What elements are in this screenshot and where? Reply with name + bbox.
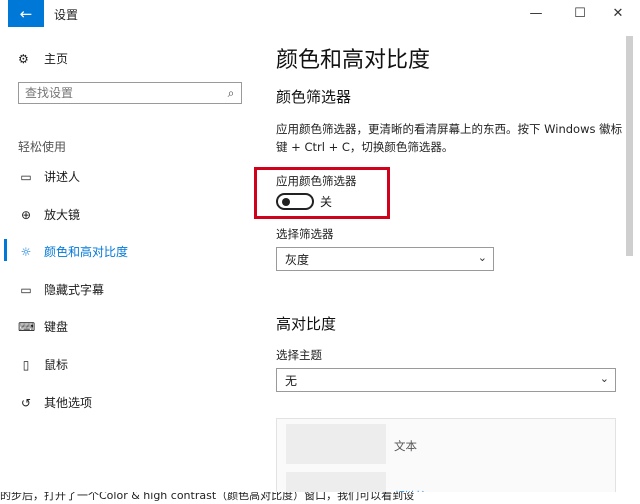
sidebar-item-mouse[interactable]: ▯ 鼠标 <box>18 356 68 373</box>
filter-select-value: 灰度 <box>285 252 310 267</box>
sidebar-item-label: 讲述人 <box>44 170 81 184</box>
sidebar-home-label: 主页 <box>44 52 69 66</box>
scrollbar[interactable] <box>626 36 633 256</box>
sidebar-item-magnifier[interactable]: ⊕ 放大镜 <box>18 206 80 223</box>
sidebar-item-keyboard[interactable]: ⌨ 键盘 <box>18 318 68 335</box>
preview-swatch <box>286 424 386 464</box>
maximize-button[interactable]: ☐ <box>566 3 594 23</box>
gear-icon: ⚙ <box>18 51 29 66</box>
sidebar-item-label: 键盘 <box>44 320 69 334</box>
window-title: 设置 <box>54 8 79 22</box>
sidebar-item-narrator[interactable]: ▭ 讲述人 <box>18 168 80 185</box>
high-contrast-heading: 高对比度 <box>276 315 337 333</box>
caption-text: 的步后，打开了一个Color & high contrast（颜色高对比度）窗口… <box>0 492 640 502</box>
captions-icon: ▭ <box>20 282 32 297</box>
sidebar-item-color-contrast[interactable]: ☼ 颜色和高对比度 <box>18 243 128 260</box>
color-filter-heading: 颜色筛选器 <box>276 88 352 106</box>
active-indicator <box>4 239 7 261</box>
mouse-icon: ▯ <box>22 357 30 372</box>
filter-select-label: 选择筛选器 <box>276 227 334 241</box>
sidebar-item-label: 其他选项 <box>44 396 93 410</box>
sidebar-section-label: 轻松使用 <box>18 140 67 154</box>
narrator-icon: ▭ <box>20 169 32 184</box>
theme-select[interactable]: 无 ⌄ <box>276 368 616 392</box>
sidebar-item-label: 鼠标 <box>44 358 69 372</box>
search-input[interactable] <box>19 83 221 103</box>
minimize-button[interactable]: — <box>522 3 550 23</box>
caption-line: 的步后，打开了一个Color & high contrast（颜色高对比度）窗口… <box>0 492 415 502</box>
minimize-icon: — <box>529 5 543 21</box>
search-box[interactable]: ⌕ <box>18 82 242 104</box>
theme-select-label: 选择主题 <box>276 348 322 362</box>
preview-text: 文本 <box>394 439 417 453</box>
sidebar-item-label: 放大镜 <box>44 208 81 222</box>
close-icon: ✕ <box>612 5 624 21</box>
back-button[interactable]: ← <box>8 0 44 27</box>
sidebar-item-captions[interactable]: ▭ 隐藏式字幕 <box>18 281 104 298</box>
chevron-down-icon: ⌄ <box>477 251 487 264</box>
back-arrow-icon: ← <box>19 4 33 23</box>
title-bar: ← 设置 — ☐ ✕ <box>0 0 640 27</box>
sidebar-home[interactable]: ⚙ 主页 <box>18 50 68 67</box>
keyboard-icon: ⌨ <box>18 319 36 334</box>
brightness-icon: ☼ <box>20 244 32 259</box>
other-options-icon: ↺ <box>20 395 32 410</box>
sidebar-item-label: 颜色和高对比度 <box>44 245 129 259</box>
chevron-down-icon: ⌄ <box>599 372 609 385</box>
filter-select[interactable]: 灰度 ⌄ <box>276 247 494 271</box>
sidebar-item-other-options[interactable]: ↺ 其他选项 <box>18 394 92 411</box>
page-title: 颜色和高对比度 <box>276 48 431 73</box>
maximize-icon: ☐ <box>574 5 586 21</box>
color-filter-description: 应用颜色筛选器，更清晰的看清屏幕上的东西。按下 Windows 徽标键 + Ct… <box>276 122 623 154</box>
magnifier-icon: ⊕ <box>20 207 32 222</box>
close-button[interactable]: ✕ <box>604 3 632 23</box>
sidebar-item-label: 隐藏式字幕 <box>44 283 105 297</box>
theme-select-value: 无 <box>285 373 298 388</box>
highlight-box <box>254 167 390 219</box>
search-icon[interactable]: ⌕ <box>221 86 241 101</box>
